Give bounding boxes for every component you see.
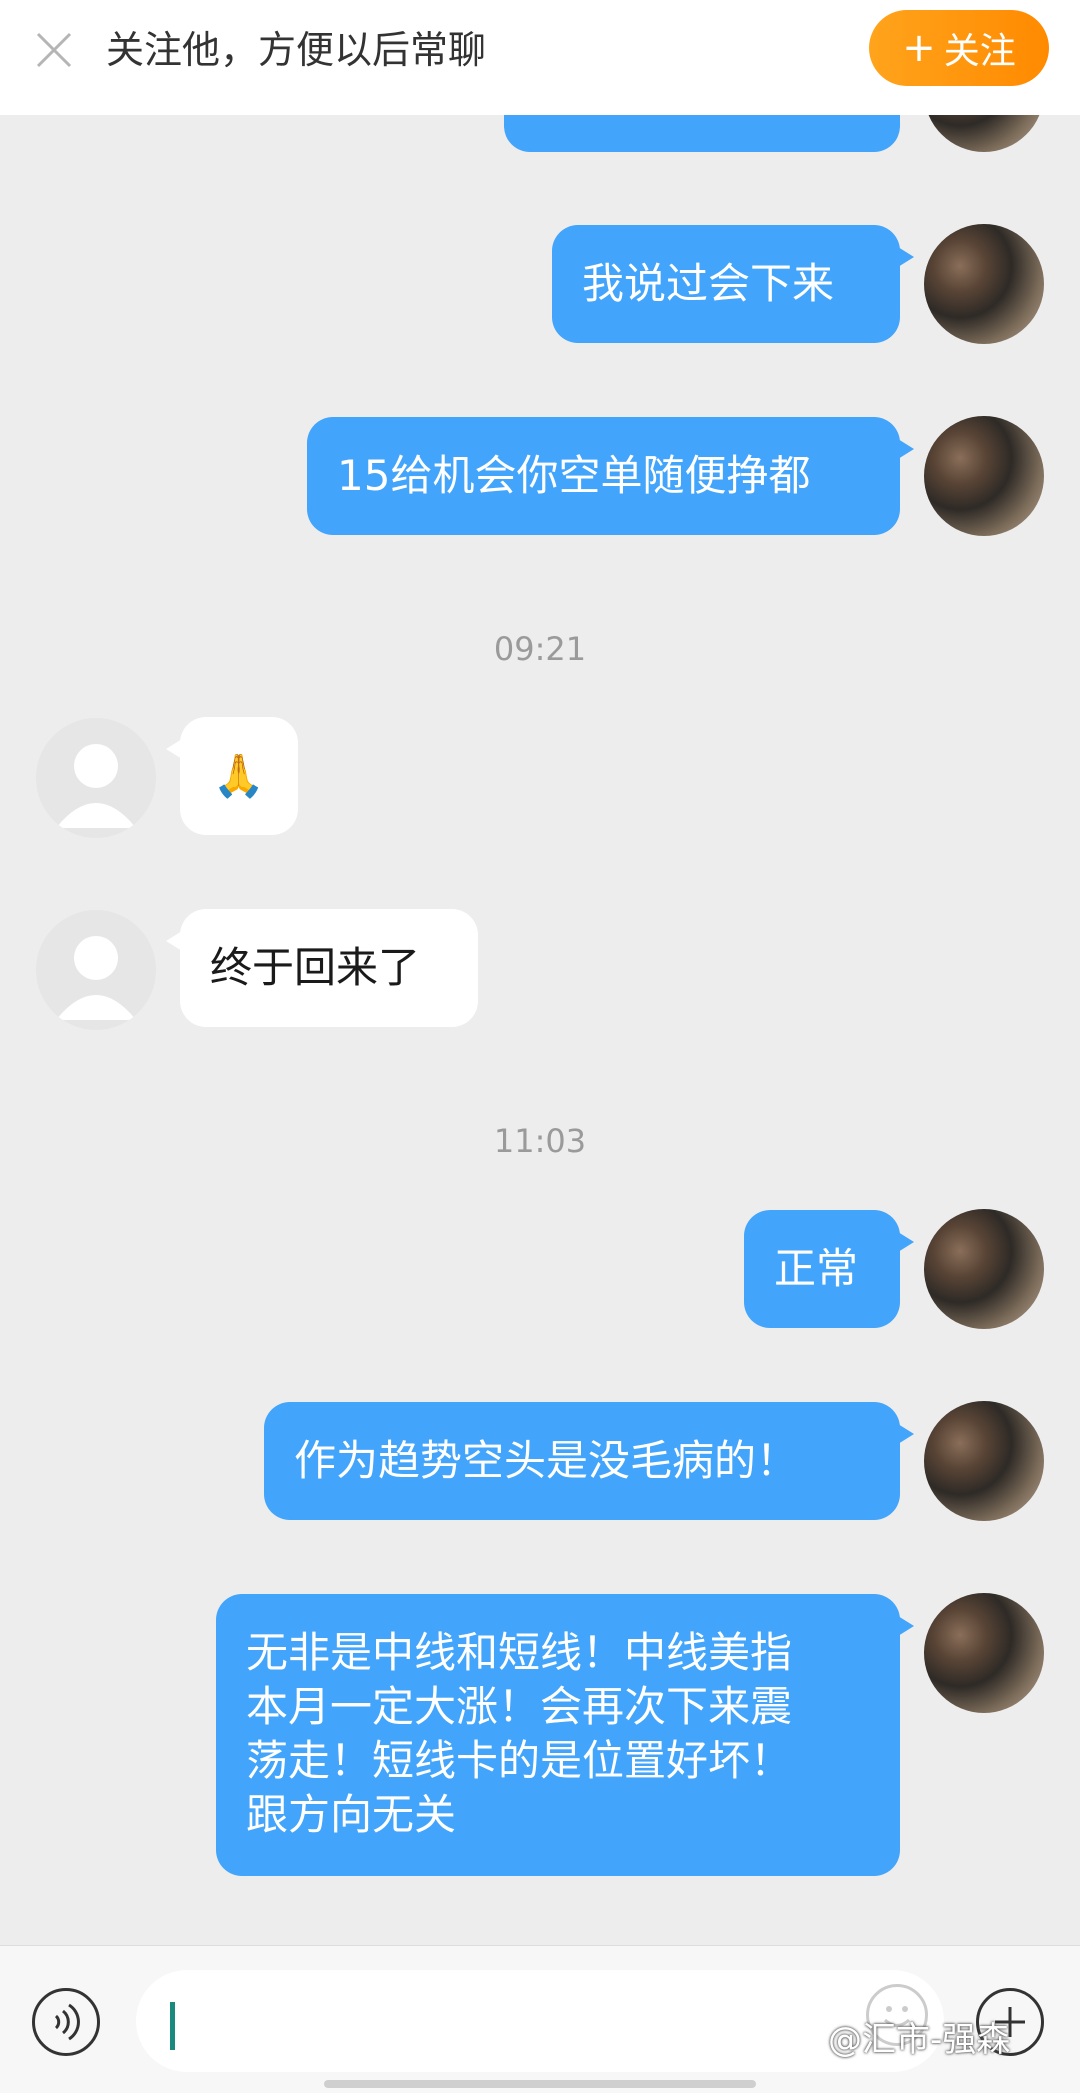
message-text-line: 本月一定大涨！会再次下来震 — [246, 1682, 793, 1731]
message-text: 终于回来了 — [210, 943, 421, 992]
my-avatar[interactable] — [924, 1401, 1044, 1521]
default-avatar-icon — [56, 936, 136, 1020]
timestamp: 09:21 — [493, 630, 587, 668]
message-text: 作为趋势空头是没毛病的！ — [294, 1436, 799, 1485]
follow-button[interactable]: + 关注 — [869, 10, 1049, 86]
message-text-line: 跟方向无关 — [246, 1790, 457, 1839]
message-text: 15给机会你空单随便挣都 — [337, 451, 811, 500]
timestamp: 11:03 — [493, 1122, 587, 1160]
my-avatar[interactable] — [924, 416, 1044, 536]
message-bubble[interactable]: 正常 — [744, 1210, 914, 1328]
my-avatar[interactable] — [924, 1593, 1044, 1713]
message-emoji: 🙏 — [212, 751, 266, 800]
message-text-line: 无非是中线和短线！中线美指 — [246, 1628, 793, 1677]
message-bubble[interactable]: 终于回来了 — [166, 909, 478, 1027]
my-avatar[interactable] — [924, 1209, 1044, 1329]
message-text: 正常 — [774, 1244, 859, 1293]
default-avatar-icon — [56, 744, 136, 828]
message-bubble[interactable]: 🙏 — [166, 717, 298, 835]
plus-icon: + — [902, 25, 936, 71]
message-bubble[interactable]: 我说过会下来 — [552, 225, 914, 343]
follow-button-label: 关注 — [943, 31, 1016, 72]
contact-avatar[interactable] — [36, 718, 156, 838]
text-cursor — [170, 2002, 175, 2050]
message-bubble[interactable]: 无非是中线和短线！中线美指 本月一定大涨！会再次下来震 荡走！短线卡的是位置好坏… — [216, 1594, 914, 1876]
close-icon[interactable] — [34, 30, 74, 70]
message-text: 我说过会下来 — [582, 259, 835, 308]
voice-icon[interactable] — [32, 1988, 100, 2056]
message-text-line: 荡走！短线卡的是位置好坏！ — [246, 1736, 793, 1785]
message-bubble[interactable]: 作为趋势空头是没毛病的！ — [264, 1402, 914, 1520]
watermark: @汇市-强森 — [828, 2020, 1011, 2060]
follow-prompt-bar: 关注他，方便以后常聊 + 关注 — [0, 0, 1080, 115]
message-bubble[interactable]: 15给机会你空单随便挣都 — [307, 417, 914, 535]
home-indicator[interactable] — [324, 2080, 756, 2088]
follow-prompt-text: 关注他，方便以后常聊 — [106, 28, 487, 72]
message-input[interactable] — [136, 1970, 944, 2072]
my-avatar[interactable] — [924, 224, 1044, 344]
contact-avatar[interactable] — [36, 910, 156, 1030]
